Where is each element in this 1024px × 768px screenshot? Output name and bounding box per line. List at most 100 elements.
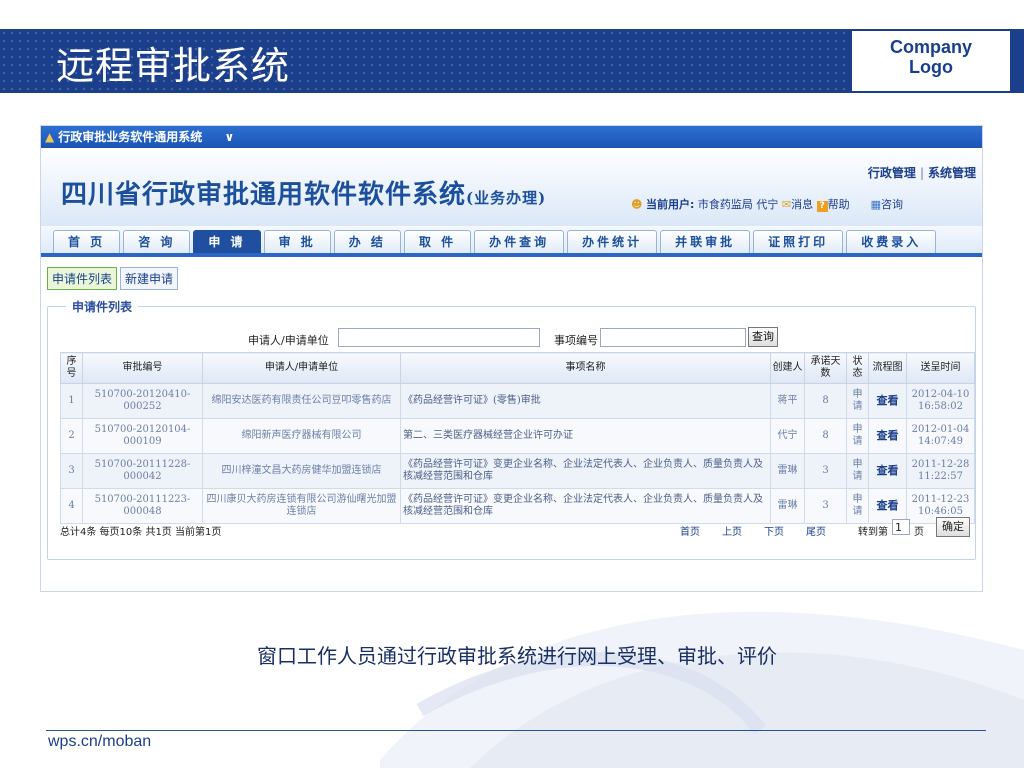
logo-line-1: Company	[889, 37, 972, 57]
table-cell-days: 3	[804, 453, 847, 489]
table-cell-no: 2	[60, 418, 83, 454]
item-code-search-input[interactable]	[600, 328, 746, 347]
view-flow-link[interactable]: 查看	[868, 383, 907, 419]
nav-tab-3[interactable]: 审 批	[263, 230, 331, 253]
table-cell-creator: 雷琳	[770, 453, 805, 489]
table-cell-applicant: 绵阳新声医疗器械有限公司	[202, 418, 401, 454]
item-code-search-label: 事项编号	[554, 334, 598, 347]
table-cell-status: 申请	[846, 453, 869, 489]
nav-tab-7[interactable]: 办件统计	[567, 230, 658, 253]
applicant-search-input[interactable]	[338, 328, 540, 347]
user-icon: ☻	[631, 198, 643, 211]
table-cell-no: 3	[60, 453, 83, 489]
logo-line-2: Logo	[909, 57, 953, 77]
application-table: 序号 审批编号 申请人/申请单位 事项名称 创建人 承诺天数 状态 流程图 送呈时间 1 5107…	[60, 352, 975, 524]
column-header: 承诺天数	[804, 352, 847, 384]
window-title: 行政审批业务软件通用系统	[58, 130, 203, 144]
consult-link[interactable]: 咨询	[881, 198, 903, 211]
nav-tab-1[interactable]: 咨 询	[123, 230, 191, 253]
view-flow-link[interactable]: 查看	[868, 453, 907, 489]
table-row[interactable]: 2 510700-20120104-000109 绵阳新声医疗器械有限公司 第二、三类…	[60, 418, 975, 454]
link-system[interactable]: 系统管理	[928, 166, 976, 180]
pager-next[interactable]: 下页	[764, 527, 784, 538]
table-row[interactable]: 3 510700-20111228-000042 四川梓潼文昌大药房健华加盟连锁店《…	[60, 453, 975, 489]
current-user-value: 市食药监局 代宁	[697, 198, 779, 211]
application-list-panel: 申请件列表 申请人/申请单位 事项编号 查询 序号 审批编号 申请人/申请单位 事项名…	[47, 298, 976, 560]
table-cell-no: 1	[60, 383, 83, 419]
pager-nav: 首页 上页 下页 尾页	[680, 523, 848, 538]
nav-tab-2[interactable]: 申 请	[193, 230, 261, 253]
window-menu-arrow[interactable]: ∨	[224, 130, 234, 144]
nav-tab-6[interactable]: 办件查询	[474, 230, 565, 253]
slide-title-banner: 远程审批系统	[0, 29, 848, 93]
company-logo: Company Logo	[852, 31, 1010, 91]
app-icon: ▲	[45, 130, 55, 144]
pager-summary: 总计4条 每页10条 共1页 当前第1页	[60, 527, 222, 538]
column-header: 申请人/申请单位	[202, 352, 401, 384]
main-nav: 首 页咨 询申 请审 批办 结取 件办件查询 办件统计 并联审批 证照打印 收费录入	[41, 226, 982, 257]
column-header: 序号	[60, 352, 83, 384]
system-subtitle: (业务办理)	[466, 189, 547, 207]
column-header: 状态	[846, 352, 869, 384]
mail-icon[interactable]: ✉	[782, 198, 791, 211]
table-header-row: 序号 审批编号 申请人/申请单位 事项名称 创建人 承诺天数 状态 流程图 送呈时间	[60, 352, 975, 384]
table-cell-applicant: 四川梓潼文昌大药房健华加盟连锁店	[202, 453, 401, 489]
user-info-bar: ☻ 当前用户: 市食药监局 代宁 ✉消息 ? 帮助 ▦咨询	[631, 196, 903, 212]
table-cell-days: 8	[804, 418, 847, 454]
table-cell-status: 申请	[846, 418, 869, 454]
table-cell-code: 510700-20120104-000109	[82, 418, 203, 454]
app-header: 四川省行政审批通用软件软件系统(业务办理) 行政管理 | 系统管理 ☻ 当前用户: …	[41, 148, 982, 226]
table-body: 1 510700-20120410-000252 绵阳安达医药有限责任公司豆叩零售药…	[60, 383, 975, 524]
table-cell-creator: 蒋平	[770, 383, 805, 419]
column-header: 事项名称	[400, 352, 771, 384]
subtab-1[interactable]: 新建申请	[120, 267, 179, 290]
messages-link[interactable]: 消息	[791, 198, 813, 211]
table-cell-time: 2011-12-28 11:22:57	[906, 453, 975, 489]
footer-text: wps.cn/moban	[48, 733, 152, 750]
table-cell-code: 510700-20111228-000042	[82, 453, 203, 489]
nav-tab-8[interactable]: 并联审批	[660, 230, 751, 253]
tab-strip: 首 页咨 询申 请审 批办 结取 件办件查询 办件统计 并联审批 证照打印 收费录入	[53, 230, 939, 253]
link-admin[interactable]: 行政管理	[868, 166, 916, 180]
column-header: 流程图	[868, 352, 907, 384]
view-flow-link[interactable]: 查看	[868, 418, 907, 454]
help-link[interactable]: 帮助	[828, 198, 850, 211]
table-cell-creator: 代宁	[770, 418, 805, 454]
help-icon[interactable]: ?	[816, 201, 828, 212]
subtab-strip: 申请件列表 新建申请	[47, 267, 976, 290]
table-cell-item: 《药品经营许可证》(零售)审批	[400, 383, 771, 419]
slide-caption: 窗口工作人员通过行政审批系统进行网上受理、审批、评价	[257, 644, 777, 668]
top-links: 行政管理 | 系统管理	[868, 164, 976, 181]
table-cell-item: 《药品经营许可证》变更企业名称、企业法定代表人、企业负责人、质量负责人及核减经营…	[400, 453, 771, 489]
nav-tab-10[interactable]: 收费录入	[846, 230, 937, 253]
system-title-text: 四川省行政审批通用软件软件系统	[61, 180, 467, 210]
current-user-label: 当前用户:	[645, 198, 695, 211]
applicant-search-label: 申请人/申请单位	[248, 334, 329, 347]
nav-tab-0[interactable]: 首 页	[53, 230, 121, 253]
footer-divider	[46, 730, 986, 731]
pager-last[interactable]: 尾页	[806, 527, 826, 538]
pager-page-input[interactable]: 1	[892, 519, 910, 535]
nav-tab-9[interactable]: 证照打印	[753, 230, 844, 253]
slide-title: 远程审批系统	[56, 44, 291, 88]
table-cell-days: 8	[804, 383, 847, 419]
pager-prev[interactable]: 上页	[722, 527, 742, 538]
table-cell-code: 510700-20120410-000252	[82, 383, 203, 419]
search-row: 申请人/申请单位 事项编号 查询	[48, 327, 975, 349]
nav-tab-4[interactable]: 办 结	[333, 230, 401, 253]
pager-first[interactable]: 首页	[680, 527, 700, 538]
table-cell-time: 2012-04-10 16:58:02	[906, 383, 975, 419]
subtab-0[interactable]: 申请件列表	[47, 267, 118, 290]
system-title: 四川省行政审批通用软件软件系统(业务办理)	[61, 174, 546, 211]
table-row[interactable]: 1 510700-20120410-000252 绵阳安达医药有限责任公司豆叩零售药…	[60, 383, 975, 419]
pager-ok-button[interactable]: 确定	[936, 517, 970, 537]
table-cell-item: 第二、三类医疗器械经营企业许可办证	[400, 418, 771, 454]
panel-legend: 申请件列表	[66, 298, 139, 315]
table-cell-applicant: 绵阳安达医药有限责任公司豆叩零售药店	[202, 383, 401, 419]
content-area: 申请件列表 新建申请 申请件列表 申请人/申请单位 事项编号 查询 序号 审批编号申…	[41, 257, 982, 560]
search-button[interactable]: 查询	[748, 327, 778, 347]
nav-tab-5[interactable]: 取 件	[403, 230, 472, 253]
consult-icon[interactable]: ▦	[871, 198, 881, 211]
pager: 总计4条 每页10条 共1页 当前第1页 首页 上页 下页 尾页 转到第 1 页 确定	[60, 517, 974, 541]
table-cell-time: 2012-01-04 14:07:49	[906, 418, 975, 454]
